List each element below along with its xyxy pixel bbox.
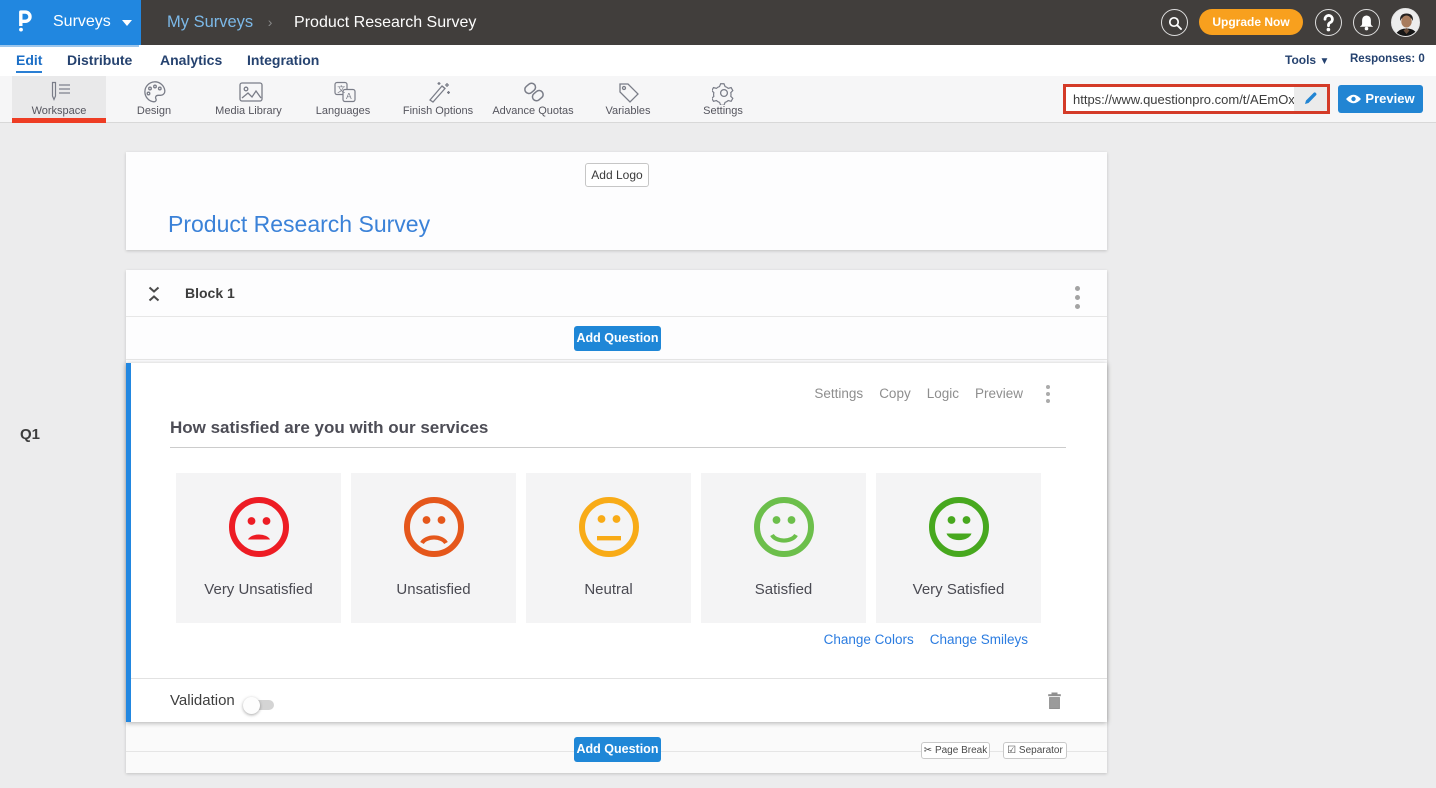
- svg-text:A: A: [346, 91, 352, 101]
- svg-text:文: 文: [337, 84, 345, 94]
